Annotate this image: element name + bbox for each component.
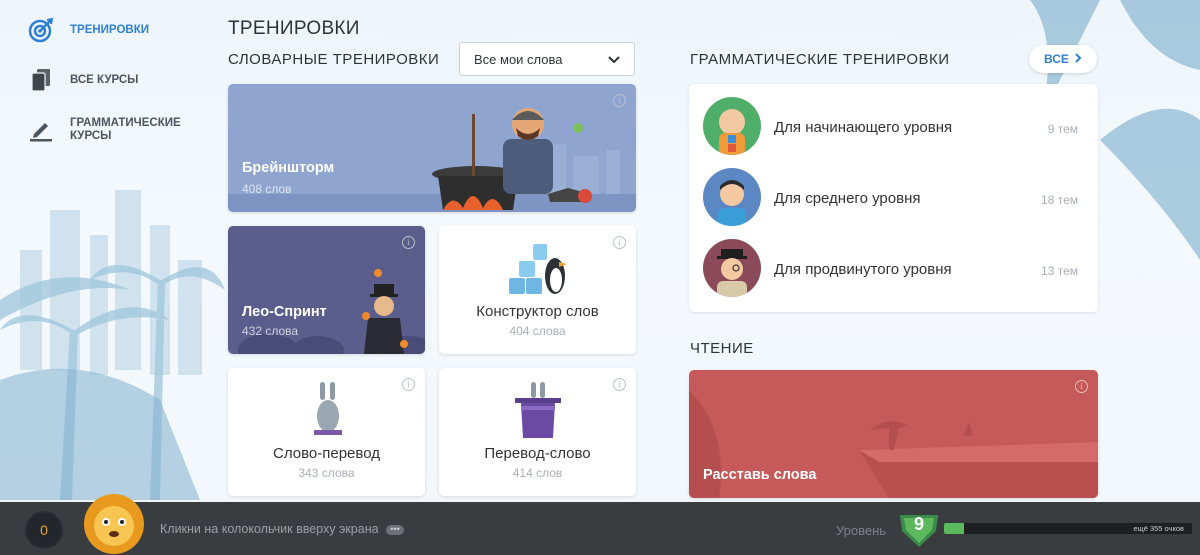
grammar-row-intermediate[interactable]: Для среднего уровня 18 тем xyxy=(689,155,1098,226)
hint-text: Кликни на колокольчик вверху экрана ••• xyxy=(160,522,405,536)
card-word-translation[interactable]: i Слово-перевод 343 слова xyxy=(228,368,425,496)
grammar-row-beginner[interactable]: Для начинающего уровня 9 тем xyxy=(689,84,1098,155)
info-icon[interactable]: i xyxy=(613,236,626,249)
all-button-label: ВСЕ xyxy=(1044,52,1069,66)
words-filter-select[interactable]: Все мои слова xyxy=(459,42,635,76)
sidebar-item-grammar-courses[interactable]: Грамматические курсы xyxy=(28,117,190,143)
card-translation-word[interactable]: i Перевод-слово 414 слов xyxy=(439,368,636,496)
chevron-right-icon xyxy=(1075,52,1082,66)
card-title: Слово-перевод xyxy=(273,445,380,462)
sidebar-item-label: Тренировки xyxy=(70,23,149,36)
select-value: Все мои слова xyxy=(474,51,563,67)
card-title: Перевод-слово xyxy=(484,445,591,462)
level-progress-fill xyxy=(944,523,964,534)
sidebar-item-label: Грамматические курсы xyxy=(70,117,181,142)
coins-value: 0 xyxy=(40,522,48,538)
level-label: Уровень xyxy=(836,523,887,538)
reading-heading: ЧТЕНИЕ xyxy=(690,340,754,357)
card-title: Конструктор слов xyxy=(476,303,599,320)
chevron-down-icon xyxy=(608,52,620,67)
progress-text: ещё 355 очков xyxy=(1133,524,1184,533)
grammar-row-count: 18 тем xyxy=(1041,193,1078,207)
rabbit-illustration xyxy=(314,382,342,435)
grammar-row-advanced[interactable]: Для продвинутого уровня 13 тем xyxy=(689,226,1098,297)
lion-mascot-icon[interactable] xyxy=(78,488,150,555)
card-brainstorm[interactable]: i Брейншторм 408 слов xyxy=(228,84,636,212)
avatar xyxy=(703,97,761,155)
info-icon[interactable]: i xyxy=(402,236,415,249)
footer-bar: 0 Кликни на колокольчик вверху экрана ••… xyxy=(0,494,1200,555)
page-title: ТРЕНИРОВКИ xyxy=(228,18,360,39)
card-count: 343 слова xyxy=(298,466,355,480)
info-icon[interactable]: i xyxy=(1075,380,1088,393)
target-icon xyxy=(28,17,54,43)
all-grammar-button[interactable]: ВСЕ xyxy=(1029,45,1097,73)
grammar-row-label: Для продвинутого уровня xyxy=(774,261,952,278)
card-word-constructor[interactable]: i Конструктор слов 404 слова xyxy=(439,226,636,354)
card-count: 404 слова xyxy=(509,324,566,338)
card-title: Лео-Спринт xyxy=(242,304,327,320)
constructor-illustration xyxy=(509,244,567,294)
coins-counter[interactable]: 0 xyxy=(25,511,63,549)
card-count: 414 слов xyxy=(512,466,563,480)
level-progress-bar: ещё 355 очков xyxy=(944,523,1192,534)
hint-label: Кликни на колокольчик вверху экрана xyxy=(160,522,379,536)
grammar-list: Для начинающего уровня 9 тем Для среднег… xyxy=(689,84,1098,312)
sidebar-item-all-courses[interactable]: Все курсы xyxy=(28,67,190,93)
grammar-heading: ГРАММАТИЧЕСКИЕ ТРЕНИРОВКИ xyxy=(690,51,950,68)
pencil-icon xyxy=(28,117,54,143)
card-title: Расставь слова xyxy=(703,467,817,483)
level-value: 9 xyxy=(913,514,924,534)
avatar xyxy=(703,168,761,226)
grammar-row-count: 9 тем xyxy=(1047,122,1078,136)
avatar xyxy=(703,239,761,297)
grammar-row-label: Для начинающего уровня xyxy=(774,119,953,136)
card-leo-sprint[interactable]: i Лео-Спринт 432 слова xyxy=(228,226,425,354)
card-arrange-words[interactable]: i Расставь слова xyxy=(689,370,1098,498)
sidebar-item-label: Все курсы xyxy=(70,73,139,86)
grammar-row-count: 13 тем xyxy=(1041,264,1078,278)
info-icon[interactable]: i xyxy=(613,378,626,391)
grammar-row-label: Для среднего уровня xyxy=(774,190,921,207)
vocab-heading: СЛОВАРНЫЕ ТРЕНИРОВКИ xyxy=(228,51,440,68)
card-count: 408 слов xyxy=(242,182,292,196)
courses-icon xyxy=(28,67,54,93)
info-icon[interactable]: i xyxy=(402,378,415,391)
more-icon[interactable]: ••• xyxy=(386,524,405,535)
card-title: Брейншторм xyxy=(242,160,335,176)
hat-illustration xyxy=(515,382,561,438)
sidebar-item-trainings[interactable]: Тренировки xyxy=(28,17,190,43)
info-icon[interactable]: i xyxy=(613,94,626,107)
card-count: 432 слова xyxy=(242,324,299,338)
